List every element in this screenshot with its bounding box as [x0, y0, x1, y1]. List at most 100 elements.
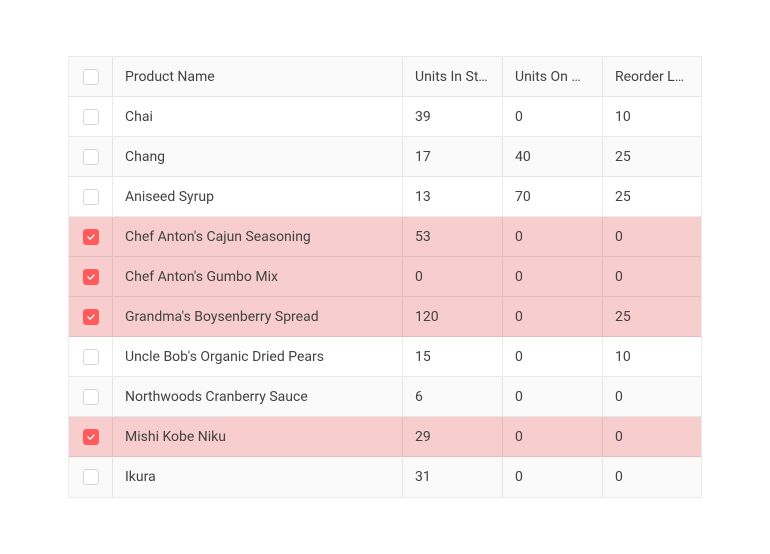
cell-units-in: 53: [403, 217, 503, 256]
cell-text: 0: [515, 269, 590, 285]
checkbox-cell: [69, 97, 113, 136]
cell-text: Uncle Bob's Organic Dried Pears: [125, 349, 390, 365]
cell-reorder: 0: [603, 457, 703, 497]
cell-text: 25: [615, 189, 691, 205]
cell-text: Grandma's Boysenberry Spread: [125, 309, 390, 325]
cell-reorder: 0: [603, 217, 703, 256]
cell-text: Chef Anton's Cajun Seasoning: [125, 229, 390, 245]
row-checkbox[interactable]: [83, 149, 99, 165]
row-checkbox[interactable]: [83, 389, 99, 405]
cell-units-in: 31: [403, 457, 503, 497]
cell-product-name: Grandma's Boysenberry Spread: [113, 297, 403, 336]
checkbox-cell: [69, 257, 113, 296]
cell-text: 0: [515, 229, 590, 245]
cell-text: 0: [515, 309, 590, 325]
table-row[interactable]: Chang 17 40 25: [69, 137, 701, 177]
cell-text: 0: [615, 469, 691, 485]
cell-text: 120: [415, 309, 490, 325]
cell-text: 25: [615, 309, 691, 325]
column-header-label: Units On Order: [515, 69, 590, 85]
table-body: Chai39010Chang174025Aniseed Syrup137025C…: [69, 97, 701, 497]
header-row: Product Name Units In Stock Units On Ord…: [69, 57, 701, 97]
checkbox-cell: [69, 337, 113, 376]
cell-text: 53: [415, 229, 490, 245]
cell-units-on: 40: [503, 137, 603, 176]
cell-units-on: 0: [503, 217, 603, 256]
table-row[interactable]: Chef Anton's Cajun Seasoning 53 0 0: [69, 217, 701, 257]
cell-product-name: Chef Anton's Gumbo Mix: [113, 257, 403, 296]
header-checkbox-cell: [69, 57, 113, 96]
row-checkbox[interactable]: [83, 309, 99, 325]
cell-text: 0: [615, 389, 691, 405]
cell-units-in: 13: [403, 177, 503, 216]
cell-text: 70: [515, 189, 590, 205]
table-row[interactable]: Chef Anton's Gumbo Mix000: [69, 257, 701, 297]
table-row[interactable]: Chai39010: [69, 97, 701, 137]
cell-units-in: 120: [403, 297, 503, 336]
checkbox-cell: [69, 457, 113, 497]
cell-reorder: 0: [603, 377, 703, 416]
cell-text: Chang: [125, 149, 390, 165]
cell-units-on: 0: [503, 457, 603, 497]
row-checkbox[interactable]: [83, 229, 99, 245]
check-icon: [86, 272, 96, 282]
table-row[interactable]: Ikura3100: [69, 457, 701, 497]
table-row[interactable]: Uncle Bob's Organic Dried Pears15010: [69, 337, 701, 377]
row-checkbox[interactable]: [83, 189, 99, 205]
cell-reorder: 25: [603, 177, 703, 216]
cell-text: 0: [615, 229, 691, 245]
row-checkbox[interactable]: [83, 349, 99, 365]
cell-units-in: 39: [403, 97, 503, 136]
row-checkbox[interactable]: [83, 429, 99, 445]
table-row[interactable]: Northwoods Cranberry Sauce600: [69, 377, 701, 417]
cell-reorder: 25: [603, 297, 703, 336]
cell-units-in: 29: [403, 417, 503, 456]
cell-text: 0: [515, 349, 590, 365]
row-checkbox[interactable]: [83, 469, 99, 485]
checkbox-cell: [69, 417, 113, 456]
column-header-reorder[interactable]: Reorder Level: [603, 57, 703, 96]
table-row[interactable]: Aniseed Syrup 13 70 25: [69, 177, 701, 217]
check-icon: [86, 432, 96, 442]
column-header-label: Units In Stock: [415, 69, 490, 85]
cell-text: 29: [415, 429, 490, 445]
row-checkbox[interactable]: [83, 269, 99, 285]
cell-text: Aniseed Syrup: [125, 189, 390, 205]
column-header-label: Product Name: [125, 69, 215, 85]
cell-text: 0: [615, 429, 691, 445]
cell-reorder: 10: [603, 97, 703, 136]
cell-product-name: Mishi Kobe Niku: [113, 417, 403, 456]
cell-product-name: Uncle Bob's Organic Dried Pears: [113, 337, 403, 376]
cell-text: 0: [515, 469, 590, 485]
cell-units-on: 0: [503, 297, 603, 336]
column-header-units-on[interactable]: Units On Order: [503, 57, 603, 96]
cell-text: 6: [415, 389, 490, 405]
checkbox-cell: [69, 137, 113, 176]
select-all-checkbox[interactable]: [83, 69, 99, 85]
column-header-product-name[interactable]: Product Name: [113, 57, 403, 96]
table-row[interactable]: Mishi Kobe Niku 29 00: [69, 417, 701, 457]
products-grid: Product Name Units In Stock Units On Ord…: [68, 56, 702, 498]
check-icon: [86, 312, 96, 322]
checkbox-cell: [69, 217, 113, 256]
cell-units-on: 70: [503, 177, 603, 216]
checkbox-cell: [69, 297, 113, 336]
cell-product-name: Chang: [113, 137, 403, 176]
row-checkbox[interactable]: [83, 109, 99, 125]
cell-text: 10: [615, 349, 691, 365]
cell-units-in: 17: [403, 137, 503, 176]
cell-reorder: 0: [603, 417, 703, 456]
cell-text: 0: [415, 269, 490, 285]
cell-units-on: 0: [503, 97, 603, 136]
cell-units-in: 6: [403, 377, 503, 416]
cell-reorder: 25: [603, 137, 703, 176]
cell-text: 17: [415, 149, 490, 165]
table-row[interactable]: Grandma's Boysenberry Spread 120 0 25: [69, 297, 701, 337]
cell-units-on: 0: [503, 337, 603, 376]
cell-units-on: 0: [503, 417, 603, 456]
cell-units-in: 0: [403, 257, 503, 296]
cell-text: 13: [415, 189, 490, 205]
column-header-units-in[interactable]: Units In Stock: [403, 57, 503, 96]
cell-text: 25: [615, 149, 691, 165]
check-icon: [86, 232, 96, 242]
